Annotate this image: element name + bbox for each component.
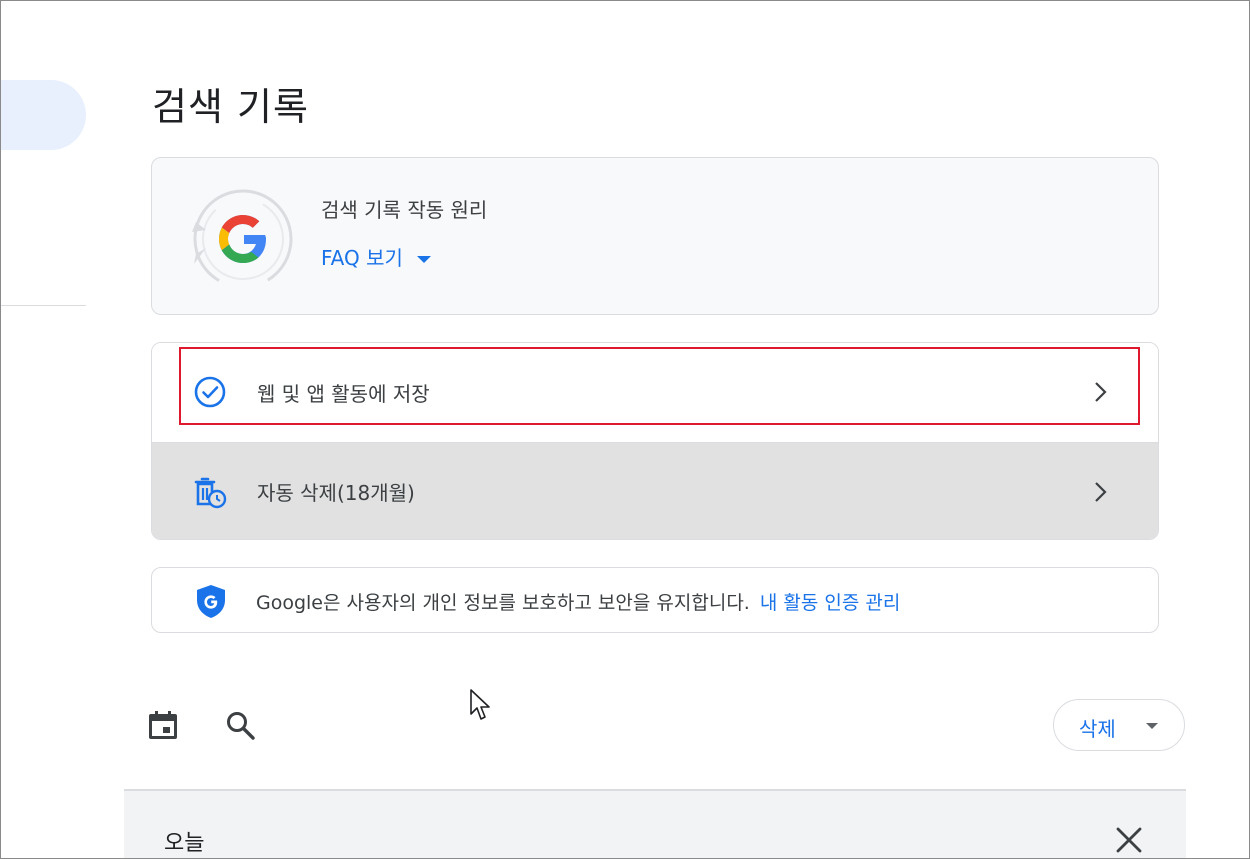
history-section-header: 오늘 <box>124 789 1186 859</box>
settings-row-auto-delete[interactable]: 자동 삭제(18개월) <box>152 442 1158 539</box>
google-shield-icon <box>197 585 225 618</box>
settings-row-label: 웹 및 앱 활동에 저장 <box>257 381 430 406</box>
chevron-right-icon <box>1095 382 1107 402</box>
mouse-cursor-icon <box>470 689 490 720</box>
faq-toggle[interactable]: FAQ 보기 <box>321 242 431 271</box>
delete-button-label: 삭제 <box>1079 717 1116 741</box>
faq-link-label: FAQ 보기 <box>321 246 403 270</box>
delete-dropdown-button[interactable]: 삭제 <box>1053 699 1185 751</box>
privacy-text: Google은 사용자의 개인 정보를 보호하고 보안을 유지합니다. <box>256 592 750 614</box>
activity-verification-link[interactable]: 내 활동 인증 관리 <box>760 592 900 614</box>
sidebar-active-item[interactable] <box>0 80 86 150</box>
search-icon[interactable] <box>223 708 257 742</box>
chevron-right-icon <box>1095 481 1107 502</box>
page-title: 검색 기록 <box>152 85 309 129</box>
close-icon[interactable] <box>1114 825 1144 855</box>
calendar-icon[interactable] <box>146 708 180 742</box>
check-circle-icon <box>194 376 226 408</box>
activity-settings-card: 웹 및 앱 활동에 저장 자동 삭제(18개월) <box>151 342 1159 540</box>
caret-down-icon <box>1146 723 1158 729</box>
settings-row-label: 자동 삭제(18개월) <box>257 481 415 505</box>
google-history-icon <box>192 189 293 289</box>
privacy-card: Google은 사용자의 개인 정보를 보호하고 보안을 유지합니다. 내 활동 … <box>151 567 1159 633</box>
faq-card: 검색 기록 작동 원리 FAQ 보기 <box>151 157 1159 315</box>
history-section-label: 오늘 <box>164 831 205 856</box>
caret-down-icon <box>416 256 431 263</box>
privacy-message: Google은 사용자의 개인 정보를 보호하고 보안을 유지합니다. 내 활동 … <box>256 588 900 615</box>
faq-title: 검색 기록 작동 원리 <box>321 198 488 222</box>
sidebar-divider <box>0 305 86 306</box>
settings-row-web-app-activity[interactable]: 웹 및 앱 활동에 저장 <box>152 343 1158 441</box>
auto-delete-icon <box>194 477 227 508</box>
